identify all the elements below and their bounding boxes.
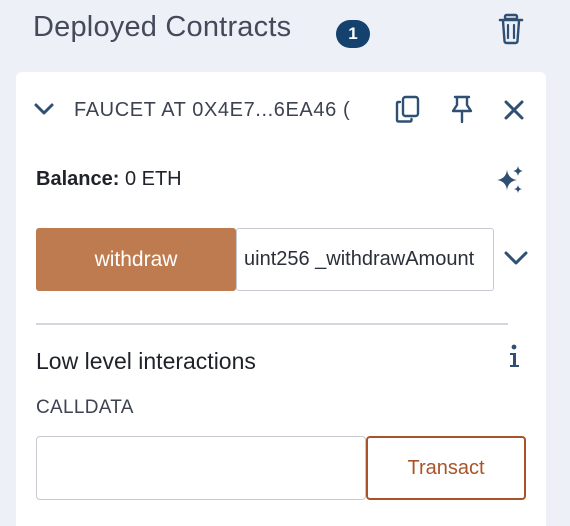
contract-card: FAUCET AT 0X4E7...6EA46 (Balance: 0 ETH…	[16, 72, 546, 526]
remove-contract-button[interactable]	[500, 96, 528, 126]
collapse-contract-button[interactable]	[32, 97, 56, 121]
contract-count-badge: 1	[336, 20, 370, 48]
transact-button[interactable]: Transact	[366, 436, 526, 500]
pin-icon	[451, 95, 473, 124]
contract-header-row: FAUCET AT 0X4E7...6EA46 (	[16, 72, 546, 146]
clear-contracts-button[interactable]	[496, 12, 526, 46]
balance-value: 0 ETH	[124, 168, 182, 190]
ai-assist-button[interactable]	[494, 164, 526, 196]
balance-label: Balance:	[36, 168, 120, 190]
deployed-contracts-panel: Deployed Contracts 1 FAUCET AT 0X4E7...6…	[0, 0, 570, 526]
trash-icon	[498, 13, 524, 45]
low-level-info-button[interactable]	[502, 342, 526, 370]
pin-contract-button[interactable]	[448, 94, 476, 124]
calldata-input[interactable]	[36, 436, 366, 500]
copy-address-button[interactable]	[394, 94, 422, 124]
calldata-label: CALLDATA	[36, 397, 134, 418]
section-divider	[36, 323, 508, 325]
chevron-down-icon	[34, 103, 54, 115]
copy-icon	[395, 95, 420, 123]
contract-name[interactable]: FAUCET AT 0X4E7...6EA46 (	[74, 99, 350, 122]
expand-function-button[interactable]	[502, 246, 530, 270]
info-icon	[510, 344, 519, 367]
balance-row: Balance: 0 ETH	[36, 168, 182, 191]
withdraw-amount-input[interactable]	[236, 228, 494, 291]
sparkles-icon	[497, 166, 523, 193]
withdraw-button[interactable]: withdraw	[36, 228, 236, 291]
low-level-interactions-title: Low level interactions	[36, 348, 256, 374]
panel-header: Deployed Contracts 1	[0, 0, 570, 64]
panel-title: Deployed Contracts	[33, 11, 292, 43]
close-icon	[504, 100, 524, 120]
chevron-down-icon	[504, 251, 528, 265]
